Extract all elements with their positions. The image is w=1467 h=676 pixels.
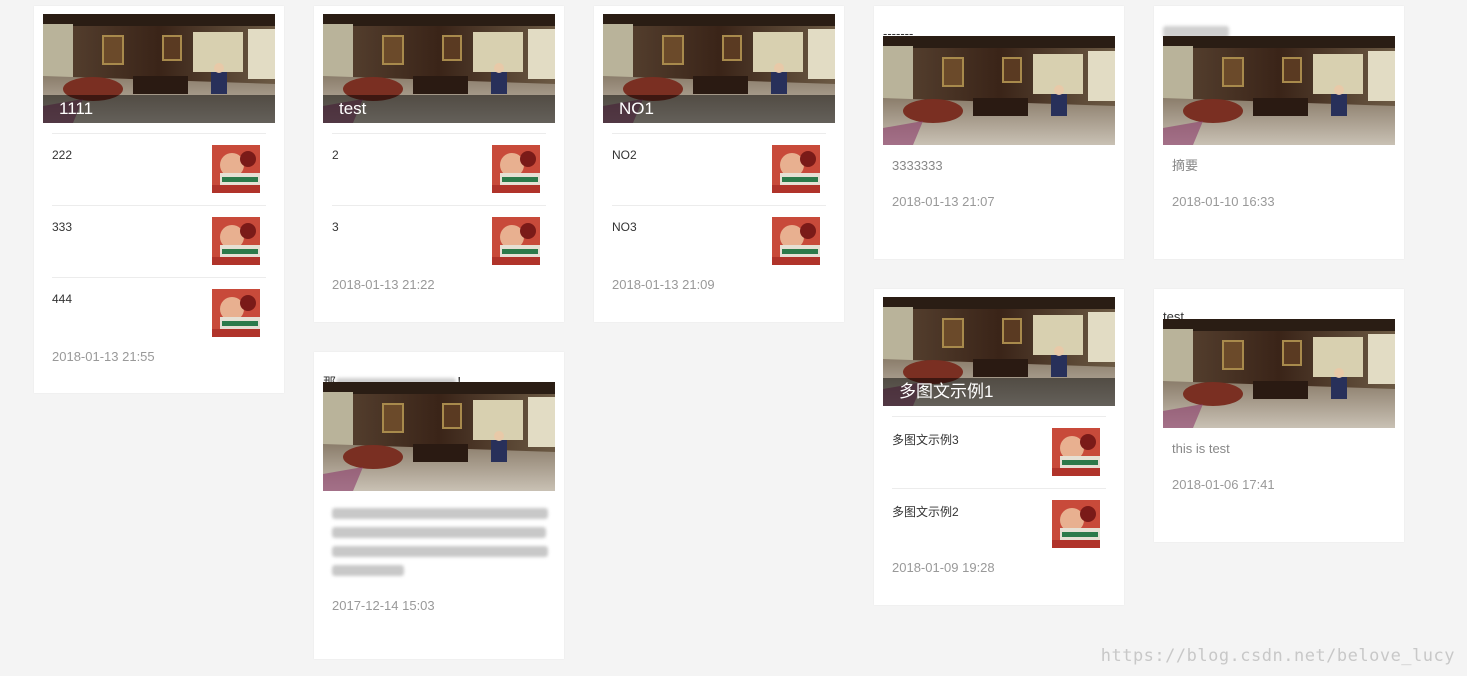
- list-item[interactable]: 222: [52, 133, 266, 205]
- item-title: 多图文示例3: [892, 433, 959, 447]
- item-title: NO3: [612, 220, 637, 234]
- article-card-3[interactable]: NO1 NO2 NO3 2018-01-13 21:09: [594, 6, 844, 322]
- blurred-summary-line: [332, 546, 548, 557]
- publish-date: 2018-01-13 21:09: [612, 277, 715, 292]
- list-item[interactable]: 多图文示例2: [892, 488, 1106, 560]
- article-title: -------: [883, 26, 914, 41]
- cover-title: test: [323, 95, 555, 123]
- cover-title: NO1: [603, 95, 835, 123]
- blurred-summary-line: [332, 527, 546, 538]
- article-card-1[interactable]: 1111 222 333 444 2018-01-13 21:55: [34, 6, 284, 393]
- thumbnail-image: [1052, 428, 1100, 476]
- publish-date: 2018-01-13 21:55: [52, 349, 155, 364]
- item-title: 3: [332, 220, 339, 234]
- blurred-summary-line: [332, 565, 404, 576]
- article-summary: [314, 491, 564, 576]
- thumbnail-image: [772, 217, 820, 265]
- publish-date: 2018-01-06 17:41: [1172, 477, 1275, 492]
- thumbnail-image: [212, 289, 260, 337]
- cover-title: 1111: [43, 95, 275, 123]
- item-title: 2: [332, 148, 339, 162]
- cover-image[interactable]: 1111: [43, 14, 275, 123]
- article-title: [1154, 6, 1404, 38]
- article-title: 那！: [314, 352, 564, 390]
- watermark: https://blog.csdn.net/belove_lucy: [1100, 646, 1455, 666]
- thumbnail-image: [772, 145, 820, 193]
- cover-image[interactable]: [883, 36, 1115, 145]
- cover-image[interactable]: [1163, 36, 1395, 145]
- article-card-8[interactable]: test this is test 2018-01-06 17:41: [1154, 289, 1404, 542]
- list-item[interactable]: 多图文示例3: [892, 416, 1106, 488]
- thumbnail-image: [492, 217, 540, 265]
- publish-date: 2018-01-13 21:07: [892, 194, 995, 209]
- thumbnail-image: [212, 217, 260, 265]
- item-title: 多图文示例2: [892, 505, 959, 519]
- list-item[interactable]: 444: [52, 277, 266, 349]
- cover-image[interactable]: 多图文示例1: [883, 297, 1115, 406]
- article-summary: 摘要: [1172, 158, 1199, 173]
- thumbnail-image: [1052, 500, 1100, 548]
- publish-date: 2018-01-13 21:22: [332, 277, 435, 292]
- list-item[interactable]: 333: [52, 205, 266, 277]
- article-card-6[interactable]: 那！ 2017-12-14 15:03: [314, 352, 564, 659]
- article-summary: 3333333: [892, 158, 943, 173]
- publish-date: 2018-01-10 16:33: [1172, 194, 1275, 209]
- list-item[interactable]: NO3: [612, 205, 826, 277]
- article-summary: this is test: [1172, 441, 1230, 456]
- publish-date: 2017-12-14 15:03: [332, 598, 435, 613]
- cover-title: 多图文示例1: [883, 378, 1115, 406]
- publish-date: 2018-01-09 19:28: [892, 560, 995, 575]
- blurred-summary-line: [332, 508, 548, 519]
- article-card-5[interactable]: 摘要 2018-01-10 16:33: [1154, 6, 1404, 259]
- list-item[interactable]: 3: [332, 205, 546, 277]
- article-card-7[interactable]: 多图文示例1 多图文示例3 多图文示例2 2018-01-09 19:28: [874, 289, 1124, 605]
- item-title: NO2: [612, 148, 637, 162]
- article-card-4[interactable]: ------- 3333333 2018-01-13 21:07: [874, 6, 1124, 259]
- item-title: 222: [52, 148, 73, 162]
- cover-image[interactable]: [323, 382, 555, 491]
- list-item[interactable]: 2: [332, 133, 546, 205]
- thumbnail-image: [492, 145, 540, 193]
- list-item[interactable]: NO2: [612, 133, 826, 205]
- article-title: test: [1163, 309, 1184, 324]
- article-card-2[interactable]: test 2 3 2018-01-13 21:22: [314, 6, 564, 322]
- cover-image[interactable]: [1163, 319, 1395, 428]
- cover-image[interactable]: NO1: [603, 14, 835, 123]
- item-title: 444: [52, 292, 73, 306]
- item-title: 333: [52, 220, 73, 234]
- thumbnail-image: [212, 145, 260, 193]
- cover-image[interactable]: test: [323, 14, 555, 123]
